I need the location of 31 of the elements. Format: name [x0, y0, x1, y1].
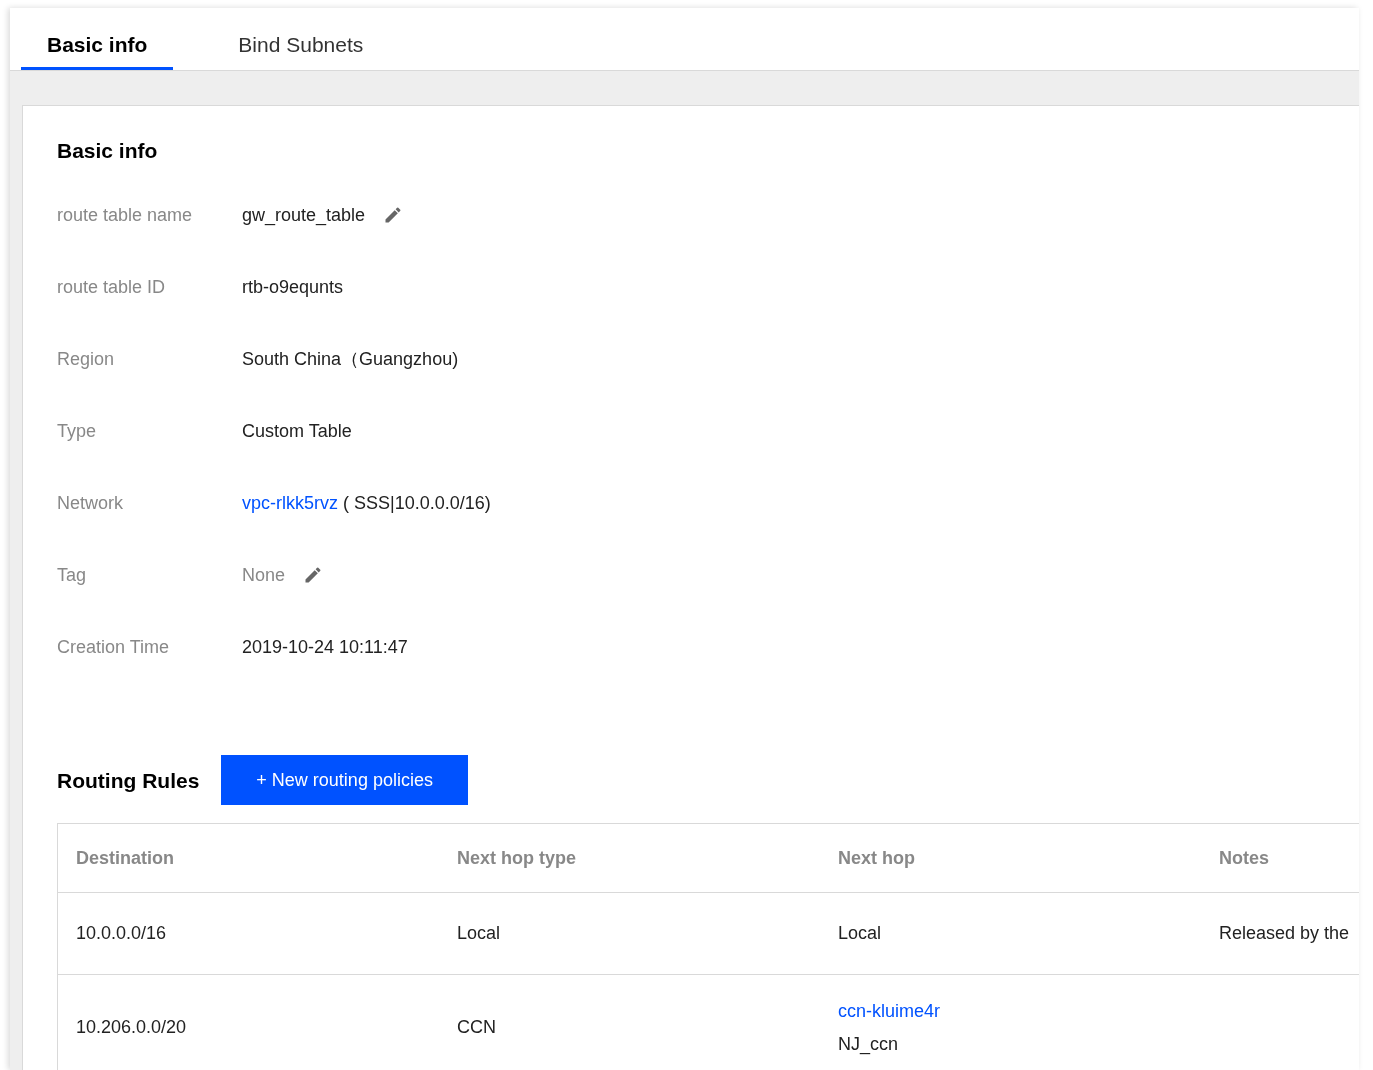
table-cell-text: Local	[457, 922, 502, 945]
field-value: gw_route_table	[242, 203, 366, 228]
table-cell-text: Local	[838, 922, 883, 945]
field-label: Type	[57, 419, 98, 443]
table-cell-text: 10.206.0.0/20	[76, 1016, 188, 1039]
field-label: Region	[57, 347, 116, 371]
column-header: Notes	[1219, 846, 1270, 870]
table-cell-text: 10.0.0.0/16	[76, 922, 168, 945]
ccn-link[interactable]: ccn-kluime4r	[838, 997, 941, 1025]
field-label: route table name	[57, 203, 194, 227]
field-value: ( SSS|10.0.0.0/16)	[343, 491, 491, 515]
column-header: Next hop type	[457, 846, 577, 870]
field-value: South China（Guangzhou)	[242, 347, 459, 371]
field-value: 2019-10-24 10:11:47	[242, 635, 408, 659]
table-cell-text: CCN	[457, 1016, 497, 1039]
field-value: None	[242, 563, 286, 587]
column-header: Next hop	[838, 846, 916, 870]
field-label: Network	[57, 491, 124, 515]
tab[interactable]: Bind Subnets	[205, 8, 397, 70]
section-title: Routing Rules	[57, 768, 200, 795]
section-title: Basic info	[57, 138, 159, 164]
field-label: Tag	[57, 563, 88, 587]
field-value: Custom Table	[242, 419, 352, 443]
table-cell-text: NJ_ccn	[838, 1032, 899, 1057]
field-label: route table ID	[57, 275, 167, 299]
field-label: Creation Time	[57, 635, 171, 659]
new-policy-button[interactable]: + New routing policies	[221, 755, 468, 805]
field-value: rtb-o9equnts	[242, 275, 344, 299]
column-header: Destination	[76, 846, 175, 870]
table-cell-text: Released by the	[1219, 922, 1351, 945]
vpc-link[interactable]: vpc-rlkk5rvz	[242, 489, 338, 517]
